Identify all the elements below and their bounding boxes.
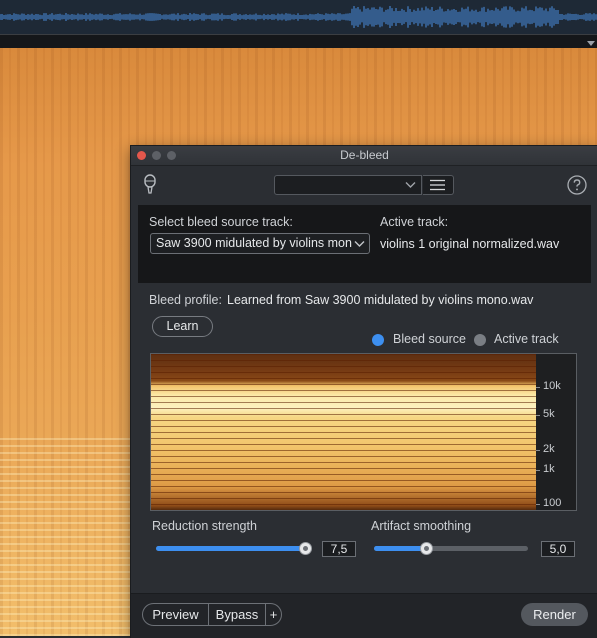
preview-button[interactable]: Preview: [143, 604, 208, 625]
tick-mark: [536, 470, 540, 471]
bleed-source-dropdown[interactable]: Saw 3900 midulated by violins mono: [150, 233, 370, 254]
preset-menu-button[interactable]: [423, 175, 454, 195]
frequency-tick-label: 100: [543, 497, 562, 509]
artifact-smoothing-value[interactable]: 5,0: [541, 541, 575, 557]
view-toggle-active-track[interactable]: Active track: [474, 332, 564, 347]
chevron-down-icon: [405, 182, 416, 188]
tick-mark: [536, 387, 540, 388]
view-toggle-bleed-source[interactable]: Bleed source: [372, 332, 468, 347]
bleed-profile-label: Bleed profile:: [149, 293, 222, 307]
learn-button[interactable]: Learn: [152, 316, 213, 337]
playhead-marker-icon[interactable]: [587, 41, 595, 46]
waveform-overview[interactable]: [0, 0, 597, 34]
slider-knob[interactable]: [420, 542, 433, 555]
radio-unselected-icon: [474, 334, 486, 346]
spectrogram-image: [151, 354, 536, 510]
artifact-smoothing-label: Artifact smoothing: [371, 519, 472, 533]
footer-bar: Preview Bypass + Render: [131, 593, 597, 638]
tick-mark: [536, 504, 540, 505]
bleed-source-value: Saw 3900 midulated by violins mono: [156, 236, 352, 250]
bleed-source-option-label: Bleed source: [393, 332, 466, 346]
active-track-option-label: Active track: [494, 332, 559, 346]
radio-selected-icon: [372, 334, 384, 346]
frequency-tick-label: 5k: [543, 408, 555, 420]
add-compare-button[interactable]: +: [266, 604, 281, 625]
active-track-value: violins 1 original normalized.wav: [380, 237, 560, 251]
render-button[interactable]: Render: [521, 603, 588, 626]
chevron-down-icon: [354, 241, 365, 247]
active-track-label: Active track:: [380, 215, 449, 229]
tick-mark: [536, 450, 540, 451]
bleed-profile-spectrogram: 10k 5k 2k 1k 100: [150, 353, 577, 511]
help-icon[interactable]: [567, 175, 587, 195]
slider-fill: [156, 546, 305, 551]
slider-fill: [374, 546, 426, 551]
frequency-tick-label: 2k: [543, 443, 555, 455]
preview-bypass-group: Preview Bypass +: [142, 603, 282, 626]
frequency-tick-label: 1k: [543, 463, 555, 475]
dialog-title: De-bleed: [340, 148, 389, 162]
preset-dropdown[interactable]: [274, 175, 422, 195]
frequency-axis: 10k 5k 2k 1k 100: [536, 354, 576, 510]
bleed-profile-value: Learned from Saw 3900 midulated by violi…: [227, 293, 534, 307]
de-bleed-dialog: De-bleed Select bleed source track: Acti…: [130, 145, 597, 638]
bypass-button[interactable]: Bypass: [209, 604, 265, 625]
frequency-tick-label: 10k: [543, 380, 561, 392]
waveform-graphic: [0, 6, 597, 28]
timeline-bar[interactable]: [0, 34, 597, 49]
reduction-strength-slider[interactable]: [156, 542, 312, 555]
hamburger-menu-icon: [430, 179, 445, 191]
artifact-smoothing-slider[interactable]: [374, 542, 528, 555]
select-source-label: Select bleed source track:: [149, 215, 293, 229]
tick-mark: [536, 415, 540, 416]
microphone-icon: [144, 174, 156, 194]
track-selection-panel: Select bleed source track: Active track:…: [138, 205, 591, 283]
reduction-strength-label: Reduction strength: [152, 519, 257, 533]
slider-knob[interactable]: [299, 542, 312, 555]
plugin-toolbar: [131, 166, 597, 204]
reduction-strength-value[interactable]: 7,5: [322, 541, 356, 557]
title-bar[interactable]: De-bleed: [131, 146, 597, 166]
